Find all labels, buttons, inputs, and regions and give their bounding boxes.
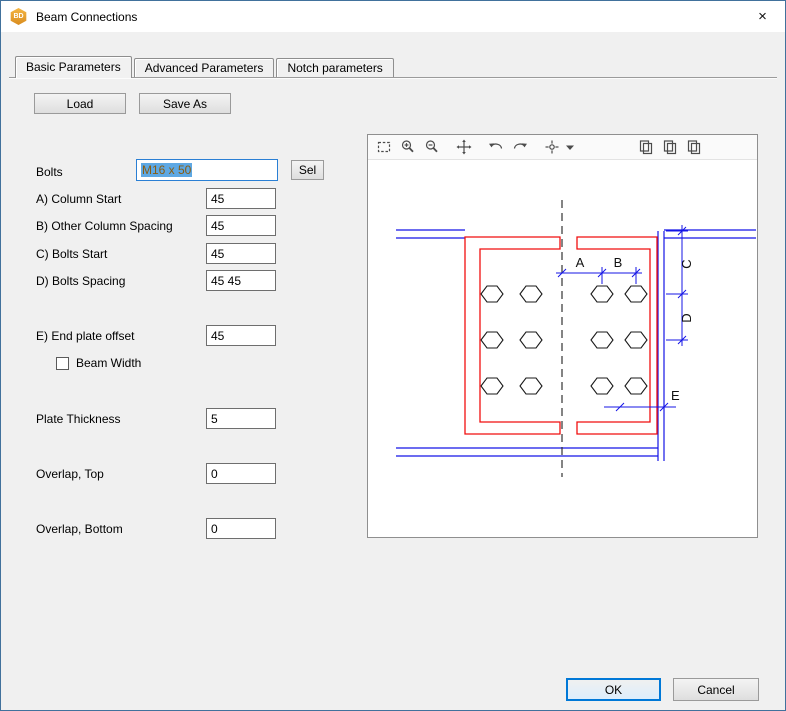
overlap-bottom-input[interactable] (206, 518, 276, 539)
origin-dropdown-button[interactable] (564, 137, 576, 158)
rotate-cw-button[interactable] (508, 137, 532, 158)
paste-view-3-button[interactable] (682, 137, 706, 158)
dim-label-a: A (576, 255, 585, 270)
dimension-ab: A B (556, 255, 642, 284)
bolts-start-input[interactable] (206, 243, 276, 264)
zoom-window-button[interactable] (372, 137, 396, 158)
preview-toolbar (368, 135, 757, 160)
chevron-down-icon (565, 142, 575, 152)
bolts-start-label: C) Bolts Start (36, 247, 107, 261)
bolts-label: Bolts (36, 165, 63, 179)
dim-label-d: D (679, 313, 694, 322)
pan-button[interactable] (452, 137, 476, 158)
beam-width-checkbox[interactable] (56, 357, 69, 370)
bolts-selected-text: M16 x 50 (141, 163, 192, 177)
rotate-cw-icon (512, 139, 528, 155)
connection-drawing-viewport[interactable]: A B C D E (368, 160, 757, 537)
dimension-cd: C D (666, 225, 694, 346)
title-bar: BD Beam Connections × (1, 1, 785, 32)
overlap-top-label: Overlap, Top (36, 467, 104, 481)
bolts-input[interactable]: M16 x 50 (136, 159, 278, 181)
beam-width-label: Beam Width (76, 357, 141, 370)
load-button[interactable]: Load (34, 93, 126, 114)
zoom-in-icon (400, 139, 416, 155)
origin-icon (544, 139, 560, 155)
paste-view-3-icon (686, 139, 702, 155)
bolts-spacing-label: D) Bolts Spacing (36, 274, 125, 288)
plate-thickness-input[interactable] (206, 408, 276, 429)
tab-advanced-parameters[interactable]: Advanced Parameters (134, 58, 275, 77)
dim-label-b: B (614, 255, 623, 270)
bolt-hexagons (481, 286, 647, 394)
paste-view-1-icon (638, 139, 654, 155)
origin-button[interactable] (540, 137, 564, 158)
overlap-bottom-label: Overlap, Bottom (36, 522, 123, 536)
zoom-out-icon (424, 139, 440, 155)
zoom-out-button[interactable] (420, 137, 444, 158)
rotate-ccw-icon (488, 139, 504, 155)
dim-label-e: E (671, 388, 680, 403)
paste-view-1-button[interactable] (634, 137, 658, 158)
cancel-button[interactable]: Cancel (673, 678, 759, 701)
drawing-preview-panel: A B C D E (367, 134, 758, 538)
end-plate-offset-input[interactable] (206, 325, 276, 346)
tab-strip: Basic Parameters Advanced Parameters Not… (15, 56, 396, 78)
other-column-spacing-label: B) Other Column Spacing (36, 219, 173, 233)
close-button[interactable]: × (740, 1, 785, 32)
end-plate-offset-label: E) End plate offset (36, 329, 135, 343)
other-column-spacing-input[interactable] (206, 215, 276, 236)
window-title: Beam Connections (36, 10, 137, 24)
paste-view-2-button[interactable] (658, 137, 682, 158)
zoom-in-button[interactable] (396, 137, 420, 158)
bolts-spacing-input[interactable] (206, 270, 276, 291)
zoom-window-icon (376, 139, 392, 155)
save-as-button[interactable]: Save As (139, 93, 231, 114)
column-start-input[interactable] (206, 188, 276, 209)
plate-thickness-label: Plate Thickness (36, 412, 121, 426)
tab-notch-parameters[interactable]: Notch parameters (276, 58, 393, 77)
beam-connections-dialog: BD Beam Connections × Basic Parameters A… (0, 0, 786, 711)
dim-label-c: C (679, 259, 694, 268)
overlap-top-input[interactable] (206, 463, 276, 484)
ok-button[interactable]: OK (566, 678, 661, 701)
tab-basic-parameters[interactable]: Basic Parameters (15, 56, 132, 78)
app-icon: BD (10, 8, 27, 25)
sel-button[interactable]: Sel (291, 160, 324, 180)
column-start-label: A) Column Start (36, 192, 121, 206)
paste-view-2-icon (662, 139, 678, 155)
rotate-ccw-button[interactable] (484, 137, 508, 158)
pan-icon (456, 139, 472, 155)
